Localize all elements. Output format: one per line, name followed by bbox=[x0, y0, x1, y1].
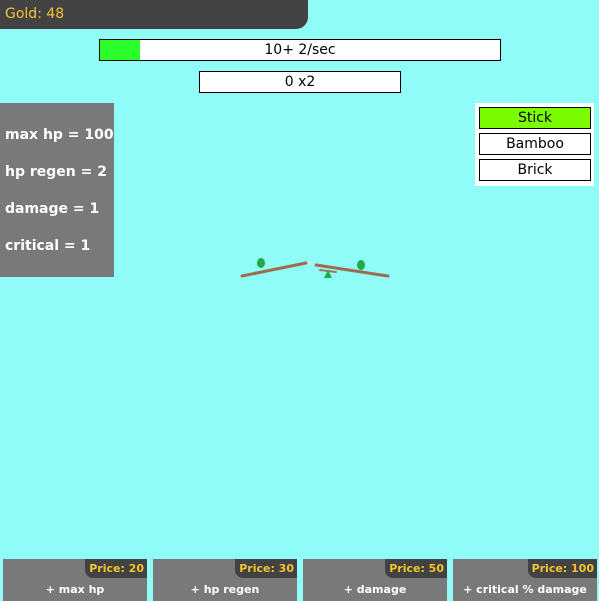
upgrade-label: + critical % damage bbox=[463, 583, 587, 596]
combo-counter: 0 x2 bbox=[199, 71, 401, 93]
upgrade-max-hp-button[interactable]: Price: 20 + max hp bbox=[3, 559, 147, 601]
price-tag: Price: 100 bbox=[527, 559, 597, 578]
weapon-stick-button[interactable]: Stick bbox=[479, 107, 591, 129]
upgrade-hp-regen-button[interactable]: Price: 30 + hp regen bbox=[153, 559, 297, 601]
price-tag: Price: 50 bbox=[385, 559, 447, 578]
stat-hp-regen: hp regen = 2 bbox=[5, 164, 107, 180]
upgrade-damage-button[interactable]: Price: 50 + damage bbox=[303, 559, 447, 601]
stats-panel: max hp = 100 hp regen = 2 damage = 1 cri… bbox=[0, 103, 114, 277]
stick-icon[interactable] bbox=[236, 250, 396, 284]
upgrade-critical-button[interactable]: Price: 100 + critical % damage bbox=[453, 559, 597, 601]
price-tag: Price: 20 bbox=[85, 559, 147, 578]
stat-critical: critical = 1 bbox=[5, 238, 91, 254]
upgrade-shop: Price: 20 + max hp Price: 30 + hp regen … bbox=[3, 559, 599, 601]
stat-max-hp: max hp = 100 bbox=[5, 127, 114, 143]
stat-damage: damage = 1 bbox=[5, 201, 100, 217]
upgrade-label: + hp regen bbox=[190, 583, 260, 596]
weapon-selector: Stick Bamboo Brick bbox=[475, 103, 594, 186]
enemy-hp-text: 10+ 2/sec bbox=[264, 42, 336, 58]
upgrade-label: + max hp bbox=[45, 583, 105, 596]
weapon-bamboo-button[interactable]: Bamboo bbox=[479, 133, 591, 155]
weapon-brick-button[interactable]: Brick bbox=[479, 159, 591, 181]
upgrade-label: + damage bbox=[343, 583, 407, 596]
price-tag: Price: 30 bbox=[235, 559, 297, 578]
enemy-hp-bar: 10+ 2/sec bbox=[99, 39, 501, 61]
gold-counter: Gold: 48 bbox=[0, 0, 308, 29]
